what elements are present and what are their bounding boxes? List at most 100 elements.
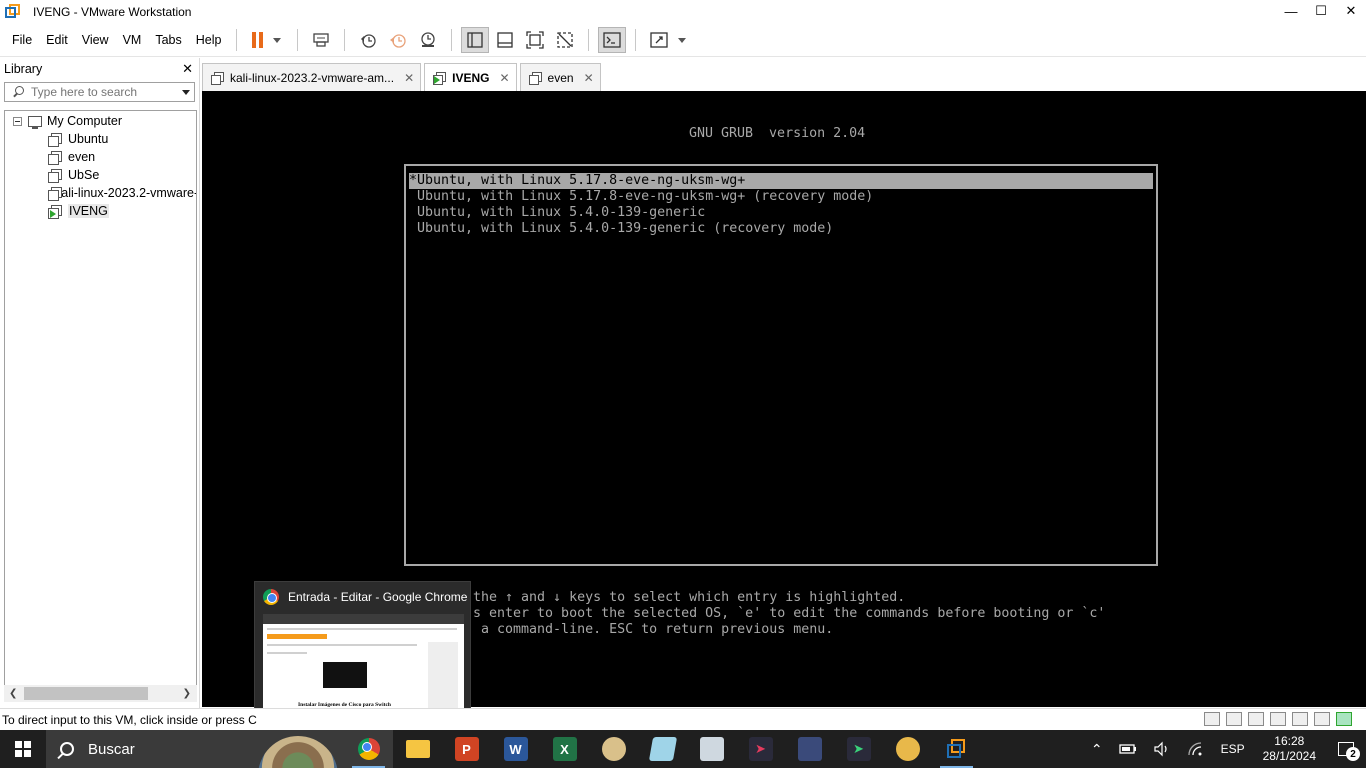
tab-close-icon[interactable]: ✕ — [404, 71, 414, 85]
library-close-button[interactable]: ✕ — [182, 61, 193, 77]
taskbar-word[interactable]: W — [491, 730, 540, 768]
network-icon[interactable] — [1179, 730, 1213, 768]
vmware-logo-icon — [946, 739, 967, 759]
cd-dvd-icon[interactable] — [1248, 712, 1264, 726]
toolbar-separator — [236, 29, 238, 51]
suspend-button[interactable] — [246, 27, 268, 53]
menu-edit[interactable]: Edit — [39, 29, 75, 51]
tree-item-vm-running[interactable]: IVENG — [5, 202, 196, 220]
hard-disk-icon[interactable] — [1204, 712, 1220, 726]
preview-thumbnail[interactable]: Instalar Imágenes de Cisco para Switch y… — [263, 614, 464, 721]
stretch-guest-button[interactable] — [645, 27, 673, 53]
usb-icon[interactable] — [1270, 712, 1286, 726]
library-search-box[interactable] — [4, 82, 195, 102]
taskbar-app-arrow[interactable]: ➤ — [736, 730, 785, 768]
unity-button[interactable] — [551, 27, 579, 53]
taskbar-monitor-app[interactable] — [687, 730, 736, 768]
thumbnail-bar-button[interactable] — [491, 27, 519, 53]
menu-tabs[interactable]: Tabs — [148, 29, 188, 51]
chrome-icon — [263, 589, 279, 605]
scrollbar-thumb[interactable] — [24, 687, 148, 700]
send-ctrl-alt-del-button[interactable] — [307, 27, 335, 53]
take-snapshot-button[interactable] — [354, 27, 382, 53]
grub-entry[interactable]: *Ubuntu, with Linux 5.17.8-eve-ng-uksm-w… — [409, 173, 1153, 189]
search-dropdown-icon[interactable] — [182, 89, 190, 95]
notifications-button[interactable]: 2 — [1326, 730, 1366, 768]
menu-file[interactable]: File — [5, 29, 39, 51]
menu-vm[interactable]: VM — [116, 29, 149, 51]
status-text: To direct input to this VM, click inside… — [2, 712, 257, 727]
battery-icon[interactable] — [1111, 730, 1145, 768]
terminal-icon — [603, 32, 622, 48]
taskbar-powerpoint[interactable]: P — [442, 730, 491, 768]
grub-entry[interactable]: Ubuntu, with Linux 5.17.8-eve-ng-uksm-wg… — [409, 189, 873, 205]
tree-item-my-computer[interactable]: My Computer — [5, 112, 196, 130]
tree-item-vm[interactable]: Ubuntu — [5, 130, 196, 148]
tree-label: even — [68, 150, 96, 164]
taskbar-vmware[interactable] — [932, 730, 981, 768]
power-dropdown-icon[interactable] — [273, 37, 282, 43]
taskbar-file-explorer[interactable] — [393, 730, 442, 768]
full-screen-icon — [526, 31, 545, 49]
taskbar-app-arrow-green[interactable]: ➤ — [834, 730, 883, 768]
tab-kali-linux[interactable]: kali-linux-2023.2-vmware-am... ✕ — [202, 63, 422, 91]
taskbar-notes-app[interactable] — [638, 730, 687, 768]
menu-view[interactable]: View — [75, 29, 116, 51]
scroll-right-icon[interactable]: ❯ — [183, 688, 191, 699]
network-adapter-icon[interactable] — [1226, 712, 1242, 726]
browser-icon — [895, 737, 920, 761]
chrome-window-preview[interactable]: Entrada - Editar - Google Chrome Instala… — [254, 581, 471, 727]
taskbar-chrome[interactable] — [344, 730, 393, 768]
scroll-left-icon[interactable]: ❮ — [9, 688, 17, 699]
tree-label: My Computer — [47, 114, 123, 128]
input-language[interactable]: ESP — [1213, 730, 1253, 768]
clock-time: 16:28 — [1274, 734, 1305, 748]
tab-even[interactable]: even ✕ — [519, 63, 601, 91]
vm-icon — [48, 168, 62, 183]
tab-iveng[interactable]: IVENG ✕ — [424, 63, 517, 91]
sound-card-icon[interactable] — [1292, 712, 1308, 726]
message-log-icon[interactable] — [1336, 712, 1352, 726]
taskbar-excel[interactable]: X — [540, 730, 589, 768]
taskbar-search-box[interactable]: Buscar — [46, 730, 344, 768]
close-window-button[interactable]: ✕ — [1336, 0, 1366, 22]
volume-icon[interactable] — [1145, 730, 1179, 768]
maximize-button[interactable]: ☐ — [1306, 0, 1336, 22]
library-horizontal-scrollbar[interactable]: ❮ ❯ — [4, 685, 197, 702]
tab-close-icon[interactable]: ✕ — [499, 71, 509, 85]
grub-menu[interactable]: *Ubuntu, with Linux 5.17.8-eve-ng-uksm-w… — [404, 164, 1158, 566]
toolbar-separator — [344, 29, 346, 51]
pause-icon — [251, 32, 263, 48]
start-button[interactable] — [0, 730, 46, 768]
full-screen-button[interactable] — [521, 27, 549, 53]
tree-item-vm[interactable]: kali-linux-2023.2-vmware-amd64 — [5, 184, 196, 202]
tree-label: kali-linux-2023.2-vmware-amd64 — [55, 186, 196, 200]
tree-item-vm[interactable]: even — [5, 148, 196, 166]
minimize-button[interactable]: — — [1276, 0, 1306, 22]
show-library-button[interactable] — [461, 27, 490, 53]
vmware-logo-icon — [5, 4, 21, 20]
taskbar-clock[interactable]: 16:28 28/1/2024 — [1253, 730, 1326, 768]
tab-close-icon[interactable]: ✕ — [584, 71, 594, 85]
printer-icon[interactable] — [1314, 712, 1330, 726]
taskbar-network-app[interactable] — [785, 730, 834, 768]
console-view-button[interactable] — [598, 27, 627, 53]
grub-entry[interactable]: Ubuntu, with Linux 5.4.0-139-generic (re… — [409, 221, 833, 237]
tab-label: kali-linux-2023.2-vmware-am... — [230, 70, 395, 85]
taskbar-paint[interactable] — [589, 730, 638, 768]
snapshot-manager-button[interactable] — [414, 27, 442, 53]
grub-entry[interactable]: Ubuntu, with Linux 5.4.0-139-generic — [409, 205, 705, 221]
tree-item-vm[interactable]: UbSe — [5, 166, 196, 184]
vm-icon — [48, 150, 62, 165]
notification-count: 2 — [1346, 747, 1360, 761]
toolbar-separator — [451, 29, 453, 51]
menu-help[interactable]: Help — [189, 29, 229, 51]
notes-icon — [648, 737, 677, 761]
collapse-icon[interactable] — [13, 116, 22, 126]
grub-help-text: the ↑ and ↓ keys to select which entry i… — [473, 590, 1105, 638]
library-search-input[interactable] — [25, 85, 178, 99]
revert-snapshot-button[interactable] — [384, 27, 412, 53]
stretch-dropdown-icon[interactable] — [678, 37, 687, 43]
taskbar-browser[interactable] — [883, 730, 932, 768]
show-hidden-icons-button[interactable]: ⌃ — [1083, 730, 1111, 768]
